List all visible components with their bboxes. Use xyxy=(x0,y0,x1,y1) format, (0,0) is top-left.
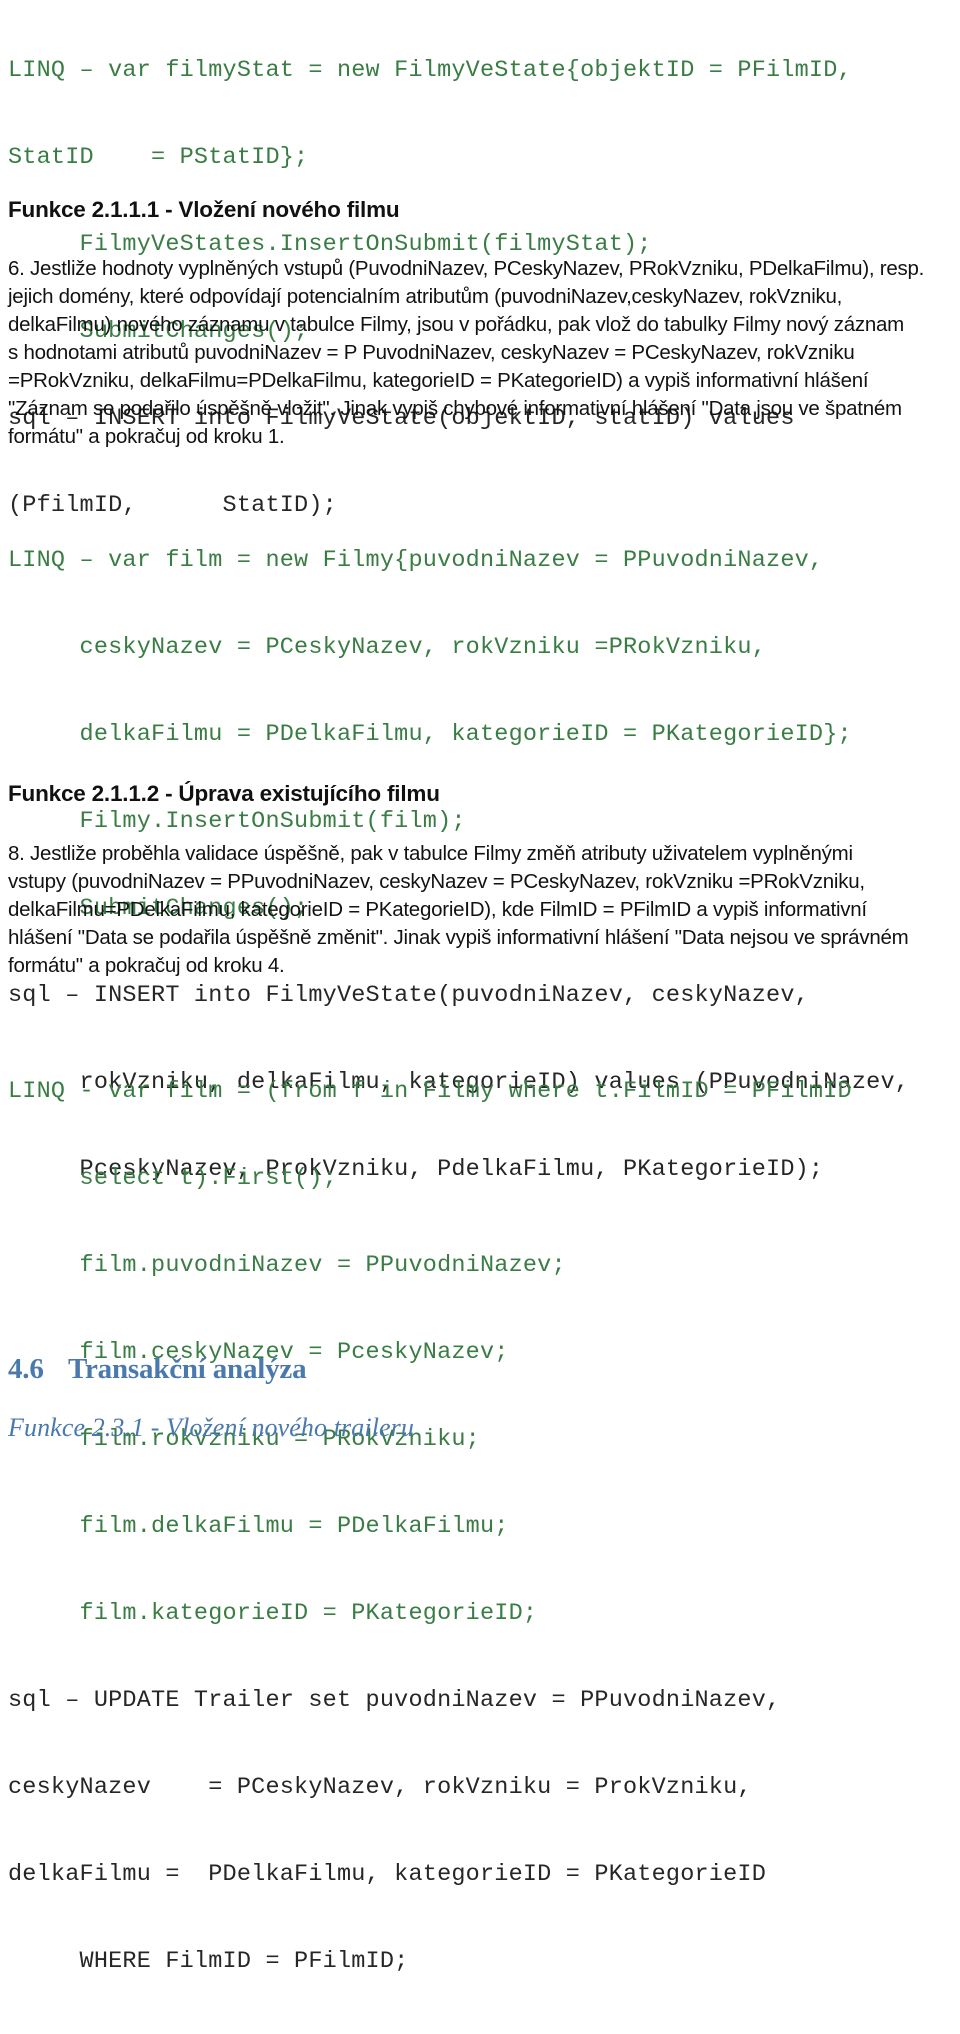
paragraph-line: 6. Jestliže hodnoty vyplněných vstupů (P… xyxy=(8,257,925,280)
paragraph-line: jejich domény, které odpovídají potencia… xyxy=(8,285,843,308)
paragraph-line: "Záznam se podařilo úspěšně vložit". Jin… xyxy=(8,397,902,420)
code-line: delkaFilmu = PDelkaFilmu, kategorieID = … xyxy=(8,1861,767,1888)
section-number: 4.6 xyxy=(8,1353,44,1385)
paragraph-line: s hodnotami atributů puvodniNazev = P Pu… xyxy=(8,341,855,364)
paragraph-line: vstupy (puvodniNazev = PPuvodniNazev, ce… xyxy=(8,870,865,893)
code-line: ceskyNazev = PCeskyNazev, rokVzniku = Pr… xyxy=(8,1774,752,1801)
code-line: LINQ – var filmyStat = new FilmyVeState{… xyxy=(8,57,852,84)
code-line: film.delkaFilmu = PDelkaFilmu; xyxy=(8,1513,509,1540)
code-line: LINQ – var film = new Filmy{puvodniNazev… xyxy=(8,547,824,574)
document-page: LINQ – var filmyStat = new FilmyVeState{… xyxy=(0,0,960,1975)
paragraph-line: hlášení "Data se podařila úspěšně změnit… xyxy=(8,926,909,949)
code-line: film.puvodniNazev = PPuvodniNazev; xyxy=(8,1252,566,1279)
code-line: WHERE FilmID = PFilmID; xyxy=(8,1948,409,1975)
code-line: LINQ - var film = (from f in Filmy where… xyxy=(8,1078,852,1105)
code-line: select t).First(); xyxy=(8,1165,337,1192)
heading-funkce-2112: Funkce 2.1.1.2 - Úprava existujícího fil… xyxy=(8,781,440,806)
paragraph-line: delkaFilmu=PDelkaFilmu, kategorieID = PK… xyxy=(8,898,867,921)
code-line: delkaFilmu = PDelkaFilmu, kategorieID = … xyxy=(8,721,852,748)
code-line: sql – UPDATE Trailer set puvodniNazev = … xyxy=(8,1687,781,1714)
paragraph-line: formátu" a pokračuj od kroku 4. xyxy=(8,954,285,977)
code-line: ceskyNazev = PCeskyNazev, rokVzniku =PRo… xyxy=(8,634,767,661)
paragraph-update-film: 8. Jestliže proběhla validace úspěšně, p… xyxy=(8,840,909,980)
paragraph-insert-film: 6. Jestliže hodnoty vyplněných vstupů (P… xyxy=(8,255,924,451)
section-title: Transakční analýza xyxy=(68,1353,307,1385)
paragraph-line: formátu" a pokračuj od kroku 1. xyxy=(8,425,285,448)
subheading-funkce-231: Funkce 2.3.1 - Vložení nového traileru xyxy=(8,1413,414,1442)
heading-funkce-2111: Funkce 2.1.1.1 - Vložení nového filmu xyxy=(8,197,400,222)
paragraph-line: delkaFilmu) nového záznamu v tabulce Fil… xyxy=(8,313,904,336)
paragraph-line: =PRokVzniku, delkaFilmu=PDelkaFilmu, kat… xyxy=(8,369,869,392)
code-line: sql – INSERT into FilmyVeState(puvodniNa… xyxy=(8,982,809,1009)
code-line: Filmy.InsertOnSubmit(film); xyxy=(8,808,466,835)
paragraph-line: 8. Jestliže proběhla validace úspěšně, p… xyxy=(8,842,853,865)
code-line: StatID = PStatID}; xyxy=(8,144,309,171)
code-block-3: LINQ - var film = (from f in Filmy where… xyxy=(8,1019,852,2034)
section-heading-4-6: 4.6 Transakční analýza xyxy=(8,1352,307,1386)
code-line: film.kategorieID = PKategorieID; xyxy=(8,1600,538,1627)
